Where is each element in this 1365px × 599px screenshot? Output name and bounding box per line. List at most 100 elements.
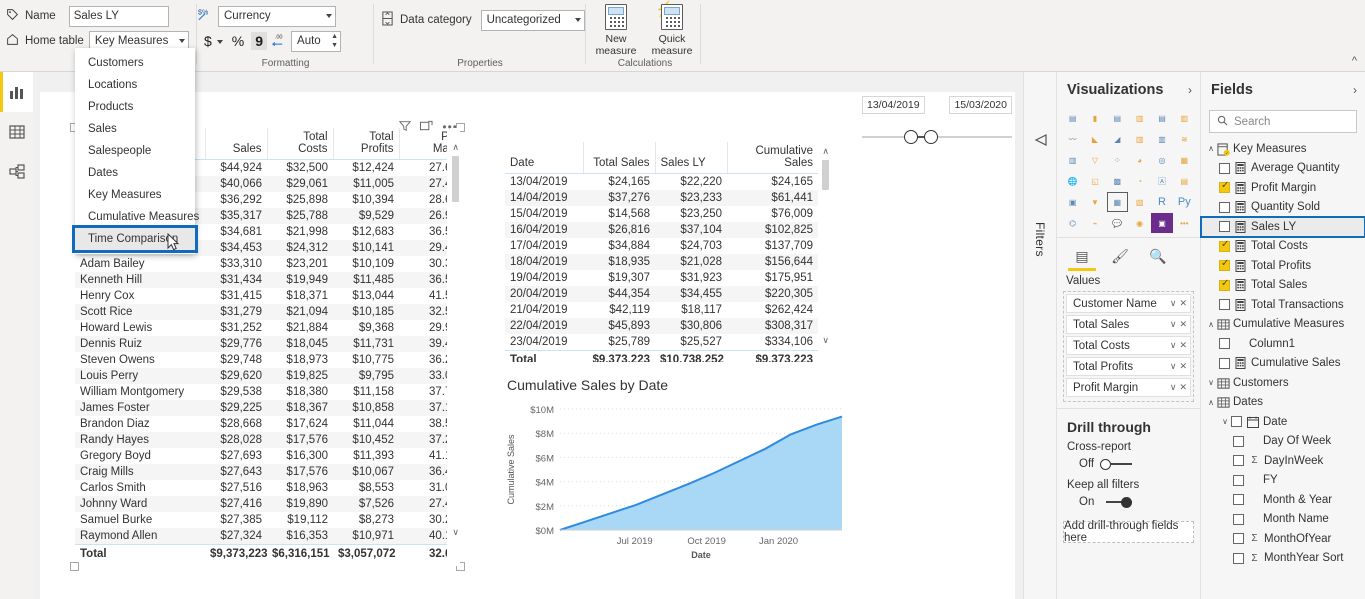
field-checkbox[interactable] (1219, 338, 1230, 350)
table-row[interactable]: Johnny Ward$27,416$19,890$7,52627.45% (75, 496, 447, 512)
treemap-icon[interactable]: ▦ (1174, 150, 1195, 170)
line-clustered-column-chart-icon[interactable]: ▥ (1151, 129, 1172, 149)
field-checkbox[interactable] (1219, 221, 1230, 233)
field-checkbox[interactable] (1219, 201, 1230, 213)
field-checkbox[interactable] (1219, 258, 1230, 272)
dates-vertical-scrollbar[interactable]: ∧ ∨ (820, 142, 830, 352)
cumulative-sales-chart[interactable]: Cumulative Sales by Date $0M $2M $4M $6M $8M… (502, 375, 852, 570)
fields-table-customers[interactable]: ∨ Customers (1201, 373, 1365, 393)
table-row[interactable]: 18/04/2019 $18,935 $21,028 $156,644 (505, 254, 818, 270)
chevron-down-icon[interactable]: ∨ (1205, 378, 1217, 387)
dropdown-item-cumulative-measures[interactable]: Cumulative Measures (75, 206, 199, 228)
quick-measure-button[interactable]: ⚡ Quick measure (646, 2, 698, 57)
table-row[interactable]: Raymond Allen$27,324$16,353$10,97140.15% (75, 528, 447, 545)
pie-chart-icon[interactable]: ◕ (1129, 150, 1150, 170)
dropdown-item-locations[interactable]: Locations (75, 74, 195, 96)
field-checkbox[interactable] (1219, 180, 1230, 194)
map-icon[interactable]: 🌐 (1062, 171, 1083, 191)
remove-field-icon[interactable]: ✕ (1179, 382, 1187, 393)
table-row[interactable]: 23/04/2019 $25,789 $25,527 $334,106 (505, 334, 818, 351)
measure-name-input[interactable]: Sales LY (68, 5, 169, 27)
chevron-down-icon[interactable]: ∨ (1170, 340, 1177, 351)
scroll-up-icon[interactable]: ∧ (452, 142, 459, 153)
table-row[interactable]: Brandon Diaz $28,668 $17,624 $11,044 38.52% (75, 416, 447, 432)
table-row[interactable]: William Montgomery $29,538 $18,380 $11,158 3… (75, 384, 447, 400)
remove-field-icon[interactable]: ✕ (1179, 319, 1187, 330)
home-table-dropdown-menu[interactable]: Customers Locations Products Sales Salespeop… (72, 48, 199, 254)
shape-map-icon[interactable]: ▩ (1107, 171, 1128, 191)
column-header[interactable]: Total Costs (266, 128, 333, 160)
decimal-places-stepper[interactable]: Auto ▲ ▼ (291, 30, 342, 52)
fields-item-date[interactable]: ∨ Date (1201, 412, 1365, 432)
fields-item-monthofyear[interactable]: Σ MonthOfYear (1201, 529, 1365, 549)
100-stacked-column-chart-icon[interactable]: ▥ (1174, 108, 1195, 128)
sidebar-item-model-view[interactable] (0, 152, 33, 192)
table-row[interactable]: Randy Hayes$28,028$17,576$10,45237.29% (75, 432, 447, 448)
fields-item-column1[interactable]: Column1 (1201, 334, 1365, 354)
dropdown-item-salespeople[interactable]: Salespeople (75, 140, 195, 162)
fields-item-month---year[interactable]: Month & Year (1201, 490, 1365, 510)
well-field-item[interactable]: Total Sales ∨ ✕ (1066, 315, 1191, 334)
fields-item-total-profits[interactable]: Total Profits (1201, 256, 1365, 276)
percent-format-button[interactable]: % (228, 32, 248, 50)
r-script-visual-icon[interactable]: R (1151, 192, 1172, 212)
column-header[interactable]: Sales LY (654, 142, 727, 174)
fields-tab[interactable]: ▤ (1068, 245, 1096, 271)
arcgis-map-icon[interactable]: ◉ (1129, 213, 1150, 233)
table-row[interactable]: 19/04/2019 $19,307 $31,923 $175,951 (505, 270, 818, 286)
format-tab[interactable]: 🖌 (1108, 245, 1132, 267)
values-well[interactable]: Customer Name ∨ ✕ Total Sales ∨ ✕ Total Costs ∨… (1063, 291, 1194, 402)
chevron-down-icon[interactable]: ∨ (1170, 382, 1177, 393)
field-checkbox[interactable] (1233, 513, 1244, 525)
fields-item-profit-margin[interactable]: Profit Margin (1201, 178, 1365, 198)
dropdown-item-customers[interactable]: Customers (75, 52, 195, 74)
clustered-bar-chart-icon[interactable]: ▤ (1107, 108, 1128, 128)
table-row[interactable]: Scott Rice$31,279$21,094$10,18532.56% (75, 304, 447, 320)
cross-report-toggle-row[interactable]: Off (1057, 458, 1200, 479)
table-row[interactable]: Gregory Boyd $27,693 $16,300 $11,393 41.14% (75, 448, 447, 464)
fields-tree[interactable]: ∧ ✓ Key Measures Average Quantity Profit Mar… (1200, 139, 1365, 568)
field-checkbox[interactable] (1219, 278, 1230, 291)
scroll-up-icon[interactable]: ∧ (822, 146, 829, 157)
filter-expand-icon[interactable] (1034, 134, 1048, 149)
stepper-arrows-icon[interactable]: ▲ ▼ (331, 32, 338, 50)
field-checkbox[interactable] (1231, 416, 1242, 428)
stacked-bar-chart-icon[interactable]: ▤ (1062, 108, 1083, 128)
field-checkbox[interactable] (1233, 552, 1244, 564)
scroll-down-icon[interactable]: ∨ (452, 527, 459, 538)
well-field-item[interactable]: Customer Name ∨ ✕ (1066, 294, 1191, 313)
fields-item-quantity-sold[interactable]: Quantity Sold (1201, 198, 1365, 218)
chevron-down-icon[interactable]: ∨ (1170, 298, 1177, 309)
fields-search-box[interactable]: Search (1209, 110, 1357, 133)
100-stacked-bar-chart-icon[interactable]: ▤ (1151, 108, 1172, 128)
collapse-ribbon-button[interactable]: ^ (1352, 55, 1357, 67)
table-row[interactable]: James Foster$29,225$18,367$10,85837.15% (75, 400, 447, 416)
column-header[interactable]: Cumulative Sales (726, 142, 818, 174)
table-row[interactable]: Steven Owens $29,748 $18,973 $10,775 36.22% (75, 352, 447, 368)
sidebar-item-report-view[interactable] (0, 72, 33, 112)
dropdown-item-products[interactable]: Products (75, 96, 195, 118)
fields-item-month-name[interactable]: Month Name (1201, 510, 1365, 530)
chevron-up-icon[interactable]: ∧ (1205, 320, 1217, 329)
keep-all-filters-toggle-row[interactable]: On (1057, 496, 1200, 517)
table-row[interactable]: Samuel Burke $27,385 $19,112 $8,273 30.21% (75, 512, 447, 528)
waterfall-chart-icon[interactable]: ▥ (1062, 150, 1083, 170)
column-header[interactable]: Profit Margin (398, 128, 447, 160)
slicer-handle-start[interactable] (904, 130, 918, 144)
well-field-item[interactable]: Total Costs ∨ ✕ (1066, 336, 1191, 355)
column-header[interactable]: Sales (204, 128, 267, 160)
scrollbar-thumb[interactable] (822, 160, 829, 190)
analytics-tab[interactable]: 🔍 (1146, 245, 1170, 267)
line-stacked-column-chart-icon[interactable]: ▥ (1129, 129, 1150, 149)
stacked-area-chart-icon[interactable]: ◢ (1107, 129, 1128, 149)
currency-format-button[interactable]: $ (200, 32, 216, 50)
chevron-right-icon[interactable]: › (1353, 83, 1357, 97)
new-measure-button[interactable]: New measure (590, 2, 642, 57)
table-row[interactable]: 21/04/2019 $42,119 $18,117 $262,424 (505, 302, 818, 318)
chevron-down-icon[interactable]: ∨ (1170, 361, 1177, 372)
donut-chart-icon[interactable]: ◎ (1151, 150, 1172, 170)
ribbon-chart-icon[interactable]: ≋ (1174, 129, 1195, 149)
decomposition-tree-icon[interactable]: ⌬ (1062, 213, 1083, 233)
fields-item-day-of-week[interactable]: Day Of Week (1201, 432, 1365, 452)
filters-pane-collapsed[interactable]: Filters (1023, 72, 1056, 599)
